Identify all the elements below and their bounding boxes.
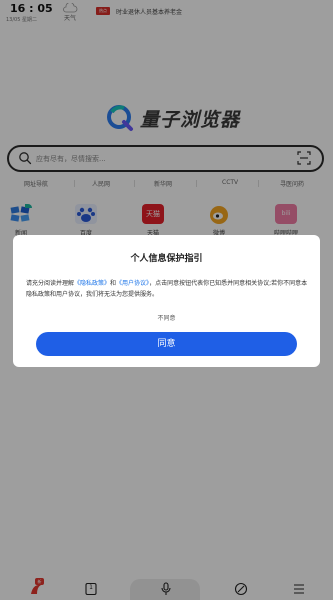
agree-button[interactable]: 同意 [36,332,297,356]
dialog-body-text: 请充分阅读并理解 [26,280,75,287]
user-agreement-link[interactable]: 《用户协议》 [116,280,149,287]
dialog-body: 请充分阅读并理解《隐私政策》和《用户协议》，点击同意按钮代表你已知悉并同意相关协… [26,278,310,300]
privacy-policy-link[interactable]: 《隐私政策》 [74,280,110,287]
decline-button[interactable]: 不同意 [0,313,333,322]
dialog-title: 个人信息保护指引 [130,254,203,264]
